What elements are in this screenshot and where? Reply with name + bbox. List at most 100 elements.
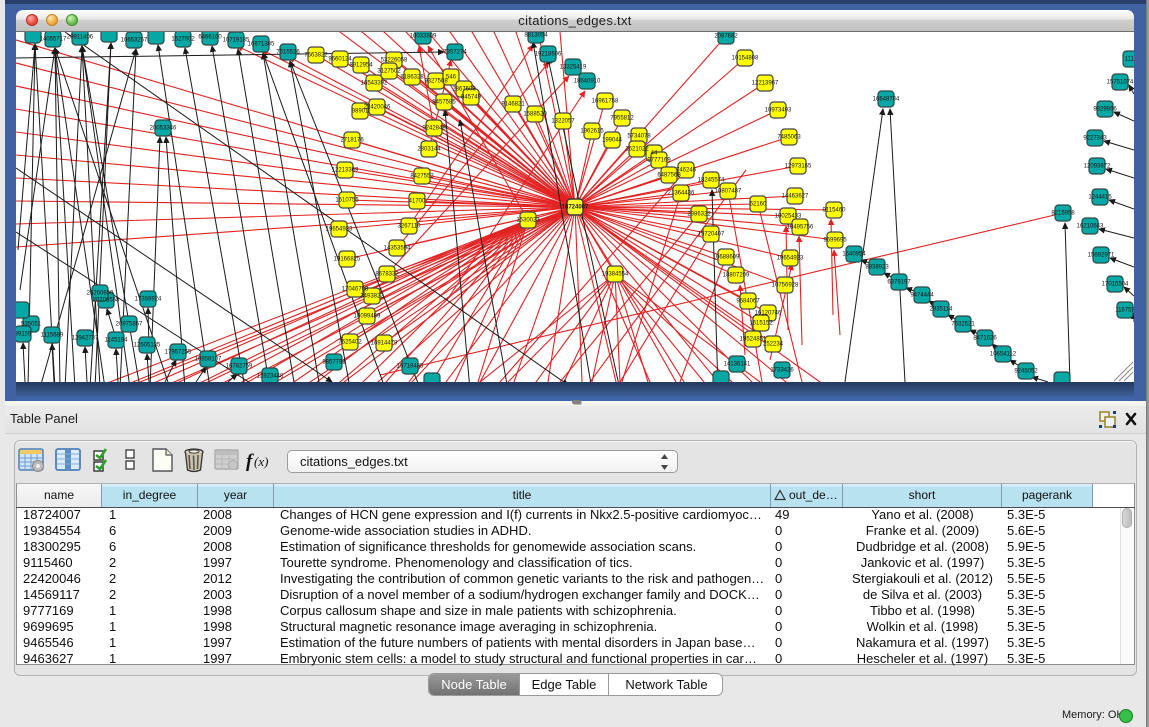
svg-text:3493822: 3493822 [360,294,384,300]
svg-text:7632621: 7632621 [951,322,975,328]
svg-text:15718485: 15718485 [397,364,424,370]
svg-text:10033809: 10033809 [410,34,437,40]
svg-text:8912954: 8912954 [349,63,373,69]
svg-text:16543392: 16543392 [361,81,388,87]
svg-text:19654933: 19654933 [326,227,353,233]
svg-text:18495756: 18495756 [787,225,814,231]
svg-text:1115689: 1115689 [41,333,64,339]
svg-text:18640910: 18640910 [574,79,601,85]
svg-text:14136141: 14136141 [724,362,751,368]
svg-text:2718176: 2718176 [340,138,364,144]
svg-text:9699695: 9699695 [823,238,847,244]
svg-text:10654112: 10654112 [990,352,1017,358]
svg-text:6379197: 6379197 [887,280,911,286]
svg-text:546: 546 [446,75,457,81]
svg-text:16648784: 16648784 [873,97,900,103]
svg-text:1244415: 1244415 [1088,195,1112,201]
svg-text:20053346: 20053346 [150,126,177,132]
svg-text:8186328: 8186328 [400,75,424,81]
svg-text:9227343: 9227343 [1083,136,1107,142]
svg-text:12093872: 12093872 [1084,164,1111,170]
svg-text:9327508: 9327508 [424,79,448,85]
svg-text:9857791: 9857791 [322,360,346,366]
svg-text:2986322: 2986322 [687,212,711,218]
svg-text:26260650: 26260650 [87,291,114,297]
svg-text:9242848: 9242848 [422,126,446,132]
svg-text:20975867: 20975867 [116,322,143,328]
svg-text:17957255: 17957255 [165,350,192,356]
svg-text:8215958: 8215958 [1051,211,1075,217]
svg-text:44: 44 [651,151,658,157]
svg-text:9245052: 9245052 [1014,369,1038,375]
svg-text:7663822: 7663822 [304,53,328,59]
svg-text:14055717: 14055717 [40,37,67,43]
svg-text:98901: 98901 [352,109,369,115]
svg-text:1621022: 1621022 [625,147,649,153]
svg-text:8471626: 8471626 [973,336,997,342]
svg-text:1615152: 1615152 [749,321,773,327]
svg-text:20911406: 20911406 [67,35,94,41]
svg-text:7955812: 7955812 [610,116,634,122]
svg-text:16961758: 16961758 [592,99,619,105]
svg-text:12505135: 12505135 [134,343,161,349]
svg-text:9146821: 9146821 [501,102,525,108]
svg-text:7515526: 7515526 [276,50,300,56]
svg-text:7625402: 7625402 [338,340,362,346]
svg-text:17046798: 17046798 [342,287,369,293]
svg-text:39159: 39159 [16,332,32,338]
svg-text:1962615: 1962615 [580,129,604,135]
svg-text:16120746: 16120746 [755,311,782,317]
svg-text:199044: 199044 [602,138,623,144]
svg-text:9115460: 9115460 [823,208,847,214]
svg-text:7357274: 7357274 [443,50,467,56]
svg-text:116753: 116753 [1115,308,1134,314]
svg-text:3267110: 3267110 [398,224,422,230]
svg-text:2803144: 2803144 [417,147,441,153]
svg-text:9684067: 9684067 [736,299,760,305]
svg-text:19654923: 19654923 [777,256,804,262]
svg-text:1610755: 1610755 [335,198,359,204]
svg-text:10807487: 10807487 [715,189,742,195]
svg-text:8678332: 8678332 [375,272,399,278]
svg-text:6466160: 6466160 [198,35,222,41]
svg-text:845749: 845749 [461,95,482,101]
svg-text:12923448: 12923448 [257,374,284,380]
svg-text:8938923: 8938923 [865,265,889,271]
svg-text:16782759: 16782759 [226,364,253,370]
svg-text:15720407: 15720407 [698,232,725,238]
svg-text:10688609: 10688609 [713,255,740,261]
svg-text:8427552: 8427552 [410,174,434,180]
svg-text:20206558: 20206558 [93,298,120,304]
svg-text:1117: 1117 [1125,57,1134,63]
svg-text:1527602: 1527602 [171,37,195,43]
svg-text:41700: 41700 [409,199,426,205]
svg-text:19384554: 19384554 [602,272,629,278]
svg-text:1733426: 1733426 [770,368,794,374]
svg-text:15692971: 15692971 [1088,253,1115,259]
svg-text:13325419: 13325419 [560,65,587,71]
svg-text:2867608: 2867608 [452,87,476,93]
svg-text:1145194: 1145194 [105,338,129,344]
svg-text:17359924: 17359924 [135,297,162,303]
svg-text:10653257: 10653257 [121,38,148,44]
svg-text:53226058: 53226058 [381,58,408,64]
svg-text:1588520: 1588520 [523,112,547,118]
svg-text:8457585: 8457585 [432,100,456,106]
svg-text:2087682: 2087682 [714,34,738,40]
svg-text:535051: 535051 [21,322,42,328]
svg-text:10154808: 10154808 [732,56,759,62]
svg-text:f: f [246,451,254,472]
svg-text:16671385: 16671385 [248,42,275,48]
svg-text:12942737: 12942737 [72,336,99,342]
svg-text:3127502: 3127502 [377,69,401,75]
svg-text:252234: 252234 [763,342,784,348]
svg-text:14353594: 14353594 [384,246,411,252]
svg-text:15751074: 15751074 [1107,80,1134,86]
svg-text:10973493: 10973493 [765,108,792,114]
svg-text:9329966: 9329966 [1093,107,1117,113]
svg-text:18724007: 18724007 [562,205,589,211]
svg-text:9474444: 9474444 [910,293,934,299]
svg-text:62160: 62160 [750,202,767,208]
svg-text:17016504: 17016504 [1102,282,1129,288]
svg-text:16210643: 16210643 [1077,224,1104,230]
